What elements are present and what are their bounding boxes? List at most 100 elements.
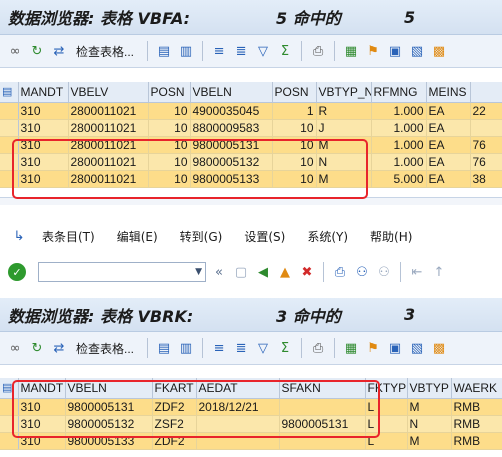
sort-descending-icon[interactable]: ≣ — [232, 42, 250, 60]
local-file-icon[interactable]: ▧ — [408, 339, 426, 357]
local-file-icon[interactable]: ▧ — [408, 42, 426, 60]
detail-icon[interactable]: ▤ — [155, 339, 173, 357]
table-row[interactable]: 310 2800011021 10 9800005133 10 M 5.000 … — [0, 170, 502, 188]
vbfa-bottom-edge — [0, 197, 502, 205]
column-header[interactable]: VBELN — [65, 378, 153, 399]
vbrk-title-bar: 数据浏览器: 表格 VBRK: 3 命中的 3 — [0, 298, 502, 332]
save-icon[interactable]: ▢ — [232, 263, 250, 281]
row-selector[interactable] — [0, 102, 19, 120]
cancel-icon[interactable]: ✖ — [298, 263, 316, 281]
find-next-icon[interactable]: ⚇ — [375, 263, 393, 281]
print-icon[interactable]: ⎙ — [309, 339, 327, 357]
sort-descending-icon[interactable]: ≣ — [232, 339, 250, 357]
back-icon[interactable]: ◀ — [254, 263, 272, 281]
table-row[interactable]: 310 9800005131 ZDF2 2018/12/21 L M RMB — [0, 398, 502, 416]
column-header[interactable]: MANDT — [18, 378, 66, 399]
cell-posnn: 10 — [272, 119, 317, 137]
column-header[interactable]: SFAKN — [279, 378, 366, 399]
table-row[interactable]: 310 2800011021 10 4900035045 1 R 1.000 E… — [0, 102, 502, 120]
vbfa-toolbar: ∞ ↻ ⇄ 检查表格... ▤ ▥ ≡ ≣ ▽ Σ ⎙ ▦ ⚑ ▣ ▧ ▩ — [0, 35, 502, 68]
column-header[interactable]: VBELN — [190, 82, 273, 103]
layout-icon[interactable]: ▩ — [430, 42, 448, 60]
vbfa-hit-count: 5 命中的 — [276, 9, 341, 28]
sum-icon[interactable]: Σ — [276, 42, 294, 60]
row-selector[interactable] — [0, 432, 19, 450]
check-table-button[interactable]: 检查表格... — [76, 43, 134, 60]
row-selector[interactable] — [0, 153, 19, 171]
column-header[interactable]: VBTYP — [407, 378, 452, 399]
column-header[interactable]: VBELV — [68, 82, 149, 103]
find-icon[interactable]: ⚇ — [353, 263, 371, 281]
row-selector[interactable] — [0, 170, 19, 188]
sort-ascending-icon[interactable]: ≡ — [210, 42, 228, 60]
enter-icon[interactable]: ✓ — [8, 263, 26, 281]
export-icon[interactable]: ⚑ — [364, 339, 382, 357]
row-selector[interactable] — [0, 415, 19, 433]
table-row[interactable]: 310 9800005132 ZSF2 9800005131 L N RMB — [0, 415, 502, 433]
column-header[interactable]: POSN — [272, 82, 317, 103]
menu-item-goto[interactable]: 转到(G) — [180, 228, 223, 245]
cell-vbtyp: N — [316, 153, 372, 171]
column-header[interactable]: AEDAT — [196, 378, 280, 399]
filter-icon[interactable]: ▽ — [254, 339, 272, 357]
spreadsheet-icon[interactable]: ▦ — [342, 339, 360, 357]
refresh-icon[interactable]: ↻ — [28, 42, 46, 60]
print-icon[interactable]: ⎙ — [309, 42, 327, 60]
layout-icon[interactable]: ▩ — [430, 339, 448, 357]
table-row[interactable]: 310 2800011021 10 9800005132 10 N 1.000 … — [0, 153, 502, 171]
navigate-icon[interactable]: ⇄ — [50, 339, 68, 357]
menu-item-system[interactable]: 系统(Y) — [307, 228, 348, 245]
navigate-icon[interactable]: ⇄ — [50, 42, 68, 60]
cell-sfakn — [279, 398, 366, 416]
glasses-icon[interactable]: ∞ — [6, 339, 24, 357]
table-row[interactable]: 310 2800011021 10 9800005131 10 M 1.000 … — [0, 136, 502, 154]
cell-posnn: 10 — [272, 136, 317, 154]
command-field[interactable]: ▼ — [38, 262, 206, 282]
glasses-icon[interactable]: ∞ — [6, 42, 24, 60]
export-icon[interactable]: ⚑ — [364, 42, 382, 60]
refresh-icon[interactable]: ↻ — [28, 339, 46, 357]
sum-icon[interactable]: Σ — [276, 339, 294, 357]
column-header[interactable]: FKTYP — [365, 378, 408, 399]
column-header[interactable]: MANDT — [18, 82, 69, 103]
column-header[interactable] — [470, 82, 502, 103]
toolbar-separator — [334, 41, 336, 61]
row-selector[interactable] — [0, 398, 19, 416]
grid-settings-icon[interactable]: ▤ — [0, 378, 19, 399]
table-row[interactable]: 310 2800011021 10 8800009583 10 J 1.000 … — [0, 119, 502, 137]
previous-page-icon[interactable]: ↑ — [430, 263, 448, 281]
column-header[interactable]: POSN — [148, 82, 191, 103]
sort-ascending-icon[interactable]: ≡ — [210, 339, 228, 357]
vbfa-spacer — [0, 68, 502, 82]
exit-app-icon[interactable]: ▲ — [276, 263, 294, 281]
table-row[interactable]: 310 9800005133 ZDF2 L M RMB — [0, 432, 502, 450]
menu-item-help[interactable]: 帮助(H) — [370, 228, 412, 245]
check-table-button[interactable]: 检查表格... — [76, 340, 134, 357]
filter-icon[interactable]: ▽ — [254, 42, 272, 60]
first-page-icon[interactable]: ⇤ — [408, 263, 426, 281]
grid-settings-icon[interactable]: ▤ — [0, 82, 19, 103]
select-all-icon[interactable]: ▥ — [177, 339, 195, 357]
history-icon[interactable]: « — [210, 263, 228, 281]
row-selector[interactable] — [0, 119, 19, 137]
menu-item-edit[interactable]: 编辑(E) — [117, 228, 158, 245]
column-header[interactable]: WAERK — [451, 378, 502, 399]
exit-icon[interactable]: ↳ — [10, 227, 28, 245]
column-header[interactable]: RFMNG — [371, 82, 427, 103]
select-all-icon[interactable]: ▥ — [177, 42, 195, 60]
word-processing-icon[interactable]: ▣ — [386, 339, 404, 357]
column-header[interactable]: MEINS — [426, 82, 471, 103]
menu-item-settings[interactable]: 设置(S) — [244, 228, 285, 245]
column-header[interactable]: FKART — [152, 378, 197, 399]
detail-icon[interactable]: ▤ — [155, 42, 173, 60]
menu-item-table-entry[interactable]: 表条目(T) — [42, 228, 95, 245]
word-processing-icon[interactable]: ▣ — [386, 42, 404, 60]
spreadsheet-icon[interactable]: ▦ — [342, 42, 360, 60]
toolbar-separator — [400, 262, 401, 282]
print-icon[interactable]: ⎙ — [331, 263, 349, 281]
vbfa-header-row: ▤ MANDT VBELV POSN VBELN POSN VBTYP_N RF… — [0, 82, 502, 103]
column-header[interactable]: VBTYP_N — [316, 82, 372, 103]
row-selector[interactable] — [0, 136, 19, 154]
cell-fkart: ZSF2 — [152, 415, 197, 433]
chevron-down-icon[interactable]: ▼ — [195, 267, 202, 277]
